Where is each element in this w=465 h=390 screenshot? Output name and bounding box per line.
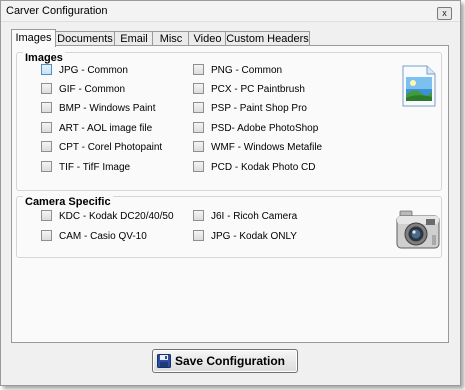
images-tab-panel: Images JPG - Common GIF - Common BMP - W… <box>11 45 449 343</box>
option-label: GIF - Common <box>59 84 126 95</box>
camera-icon <box>396 210 440 249</box>
window-title: Carver Configuration <box>6 5 108 17</box>
option-label: JPG - Common <box>59 65 128 76</box>
option-label: ART - AOL image file <box>59 123 153 134</box>
image-file-icon <box>402 65 436 107</box>
option-kdc[interactable]: KDC - Kodak DC20/40/50 <box>41 210 174 225</box>
checkbox[interactable] <box>193 161 204 172</box>
close-button[interactable]: x <box>437 7 452 20</box>
checkbox[interactable] <box>41 230 52 241</box>
checkbox[interactable] <box>193 83 204 94</box>
option-bmp[interactable]: BMP - Windows Paint <box>41 102 156 117</box>
checkbox[interactable] <box>193 122 204 133</box>
option-pcx[interactable]: PCX - PC Paintbrush <box>193 83 305 98</box>
option-label: PCD - Kodak Photo CD <box>211 162 316 173</box>
floppy-disk-icon <box>157 354 171 368</box>
tab-custom-headers[interactable]: Custom Headers <box>225 31 310 46</box>
checkbox[interactable] <box>193 64 204 75</box>
camera-specific-group: Camera Specific KDC - Kodak DC20/40/50 C… <box>16 196 442 258</box>
option-j6i[interactable]: J6I - Ricoh Camera <box>193 210 298 225</box>
option-psp[interactable]: PSP - Paint Shop Pro <box>193 102 307 117</box>
tab-video[interactable]: Video <box>188 31 227 46</box>
tab-images[interactable]: Images <box>11 29 56 47</box>
title-bar: Carver Configuration x <box>1 1 460 22</box>
option-label: KDC - Kodak DC20/40/50 <box>59 211 174 222</box>
option-label: PSD- Adobe PhotoShop <box>211 123 319 134</box>
option-cpt[interactable]: CPT - Corel Photopaint <box>41 141 163 156</box>
checkbox[interactable] <box>41 102 52 113</box>
camera-group-title: Camera Specific <box>23 196 113 208</box>
checkbox[interactable] <box>193 210 204 221</box>
option-label: TIF - TifF Image <box>59 162 131 173</box>
option-tif[interactable]: TIF - TifF Image <box>41 161 131 176</box>
tab-misc[interactable]: Misc <box>152 31 190 46</box>
carver-configuration-window: Carver Configuration x Images Documents … <box>0 0 461 386</box>
save-configuration-button[interactable]: Save Configuration <box>152 349 298 373</box>
images-group-title: Images <box>23 52 65 64</box>
option-png-common[interactable]: PNG - Common <box>193 64 283 79</box>
option-psd[interactable]: PSD- Adobe PhotoShop <box>193 122 319 137</box>
option-label: J6I - Ricoh Camera <box>211 211 298 222</box>
checkbox[interactable] <box>41 64 52 75</box>
checkbox[interactable] <box>193 102 204 113</box>
option-jpg-common[interactable]: JPG - Common <box>41 64 128 79</box>
option-label: PNG - Common <box>211 65 283 76</box>
checkbox[interactable] <box>193 230 204 241</box>
checkbox[interactable] <box>41 122 52 133</box>
option-pcd[interactable]: PCD - Kodak Photo CD <box>193 161 316 176</box>
tab-documents[interactable]: Documents <box>54 31 116 46</box>
option-wmf[interactable]: WMF - Windows Metafile <box>193 141 323 156</box>
option-label: BMP - Windows Paint <box>59 103 156 114</box>
tab-email[interactable]: Email <box>114 31 154 46</box>
checkbox[interactable] <box>41 210 52 221</box>
images-group: Images JPG - Common GIF - Common BMP - W… <box>16 52 442 191</box>
option-art[interactable]: ART - AOL image file <box>41 122 153 137</box>
option-jpg-kodak[interactable]: JPG - Kodak ONLY <box>193 230 297 245</box>
checkbox[interactable] <box>41 161 52 172</box>
checkbox[interactable] <box>193 141 204 152</box>
option-cam[interactable]: CAM - Casio QV-10 <box>41 230 147 245</box>
save-button-label: Save Configuration <box>175 354 286 368</box>
option-label: CAM - Casio QV-10 <box>59 231 147 242</box>
checkbox[interactable] <box>41 83 52 94</box>
option-label: JPG - Kodak ONLY <box>211 231 297 242</box>
option-label: PSP - Paint Shop Pro <box>211 103 307 114</box>
option-label: CPT - Corel Photopaint <box>59 142 163 153</box>
option-label: PCX - PC Paintbrush <box>211 84 305 95</box>
option-label: WMF - Windows Metafile <box>211 142 323 153</box>
option-gif-common[interactable]: GIF - Common <box>41 83 126 98</box>
checkbox[interactable] <box>41 141 52 152</box>
